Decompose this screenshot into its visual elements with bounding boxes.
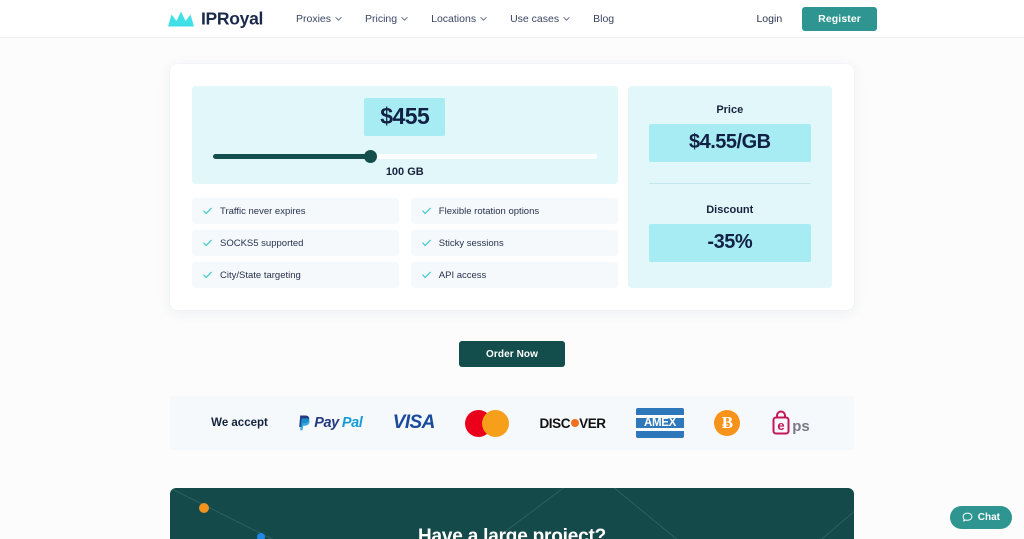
feature-item: City/State targeting <box>192 262 399 288</box>
nav-label: Pricing <box>365 12 398 25</box>
bitcoin-icon: Ƀ <box>714 410 741 436</box>
login-link[interactable]: Login <box>756 13 782 25</box>
payment-visa: VISA <box>392 412 436 434</box>
feature-item: API access <box>410 262 618 288</box>
feature-item: SOCKS5 supported <box>192 230 399 256</box>
chat-widget-button[interactable]: Chat <box>949 506 1012 529</box>
nav-item-proxies[interactable]: Proxies <box>296 13 342 25</box>
check-icon <box>421 239 431 247</box>
amex-text: AMEX <box>644 417 677 429</box>
payment-paypal: Pay Pal <box>298 415 363 431</box>
nav-item-pricing[interactable]: Pricing <box>365 13 408 25</box>
slider-fill <box>213 154 371 159</box>
paypal-text-pay: Pay <box>314 415 339 431</box>
feature-item: Sticky sessions <box>410 230 618 256</box>
chevron-down-icon <box>563 16 570 21</box>
payment-eps: e ps <box>771 409 813 437</box>
slider-panel: $455 100 GB <box>192 86 618 184</box>
discover-logo: DISC VER <box>539 415 606 431</box>
feature-item: Flexible rotation options <box>410 198 618 224</box>
discover-text-a: DISC <box>539 415 571 431</box>
nav-item-blog[interactable]: Blog <box>593 13 614 25</box>
feature-label: City/State targeting <box>220 269 301 281</box>
we-accept-label: We accept <box>211 417 268 429</box>
features-list: Traffic never expires SOCKS5 supported C… <box>192 198 618 288</box>
chevron-down-icon <box>401 16 408 21</box>
feature-label: Traffic never expires <box>220 205 306 217</box>
pricing-calculator-card: $455 100 GB Traffic never expires SOCKS5… <box>170 64 854 310</box>
header-actions: Login Register <box>756 6 877 31</box>
summary-divider <box>648 183 811 184</box>
discount-label: Discount <box>706 204 754 216</box>
eps-icon: e ps <box>771 409 813 437</box>
feature-label: Flexible rotation options <box>438 205 540 217</box>
check-icon <box>203 239 212 247</box>
check-icon <box>421 271 431 279</box>
page-root: IPRoyal Proxies Pricing Locations Use ca… <box>0 0 1024 539</box>
paypal-icon <box>299 415 310 431</box>
chevron-down-icon <box>335 16 342 21</box>
slider-thumb[interactable] <box>364 150 378 163</box>
price-value: $4.55/GB <box>648 124 811 162</box>
banner-title: Have a large project? <box>418 526 606 539</box>
logo[interactable]: IPRoyal <box>168 8 263 29</box>
total-price-badge: $455 <box>364 98 446 136</box>
mastercard-icon <box>465 409 510 437</box>
summary-panel: Price $4.55/GB Discount -35% <box>627 86 832 288</box>
main-nav: Proxies Pricing Locations Use cases Blog <box>296 13 614 25</box>
paypal-text-pal: Pal <box>341 415 363 431</box>
site-header: IPRoyal Proxies Pricing Locations Use ca… <box>0 0 1024 38</box>
feature-label: Sticky sessions <box>438 237 504 249</box>
check-icon <box>421 207 431 215</box>
check-icon <box>203 207 212 215</box>
speech-bubble-icon <box>962 512 973 522</box>
eps-lock-icon: e ps <box>772 410 810 435</box>
chat-label: Chat <box>977 512 1000 523</box>
feature-label: API access <box>438 269 487 281</box>
nav-label: Blog <box>593 12 615 25</box>
crown-icon <box>168 11 194 26</box>
payment-discover: DISC VER <box>539 415 606 431</box>
nav-item-use-cases[interactable]: Use cases <box>510 13 570 25</box>
feature-item: Traffic never expires <box>192 198 399 224</box>
nav-item-locations[interactable]: Locations <box>431 13 487 25</box>
mastercard-yellow-circle <box>482 409 510 437</box>
svg-text:e: e <box>777 418 784 433</box>
we-accept-label-wrap: We accept <box>211 417 268 429</box>
nav-label: Locations <box>431 12 477 25</box>
payment-bitcoin: Ƀ <box>714 410 741 436</box>
nav-label: Proxies <box>296 12 332 25</box>
chevron-down-icon <box>480 16 487 21</box>
amex-icon: AMEX <box>636 408 685 438</box>
features-column-right: Flexible rotation options Sticky session… <box>410 198 618 288</box>
register-button[interactable]: Register <box>802 6 877 31</box>
visa-logo: VISA <box>392 412 436 433</box>
discount-value: -35% <box>648 224 811 262</box>
check-icon <box>203 271 212 279</box>
payment-mastercard <box>465 409 510 437</box>
features-column-left: Traffic never expires SOCKS5 supported C… <box>192 198 399 288</box>
svg-text:ps: ps <box>792 418 810 435</box>
feature-label: SOCKS5 supported <box>220 237 304 249</box>
discover-dot-icon <box>570 419 579 427</box>
discover-text-b: VER <box>579 415 606 431</box>
order-now-button[interactable]: Order Now <box>459 341 565 367</box>
calculator-left-panel: $455 100 GB Traffic never expires SOCKS5… <box>192 86 618 288</box>
traffic-slider[interactable] <box>213 148 597 164</box>
price-label: Price <box>716 104 744 116</box>
payment-amex: AMEX <box>636 408 685 438</box>
large-project-banner: Have a large project? <box>170 488 854 539</box>
payment-methods-bar: We accept Pay Pal VISA DISC VER AMEX Ƀ e… <box>170 396 854 450</box>
slider-value-label: 100 GB <box>385 166 424 178</box>
nav-label: Use cases <box>510 12 560 25</box>
logo-text: IPRoyal <box>201 8 264 28</box>
